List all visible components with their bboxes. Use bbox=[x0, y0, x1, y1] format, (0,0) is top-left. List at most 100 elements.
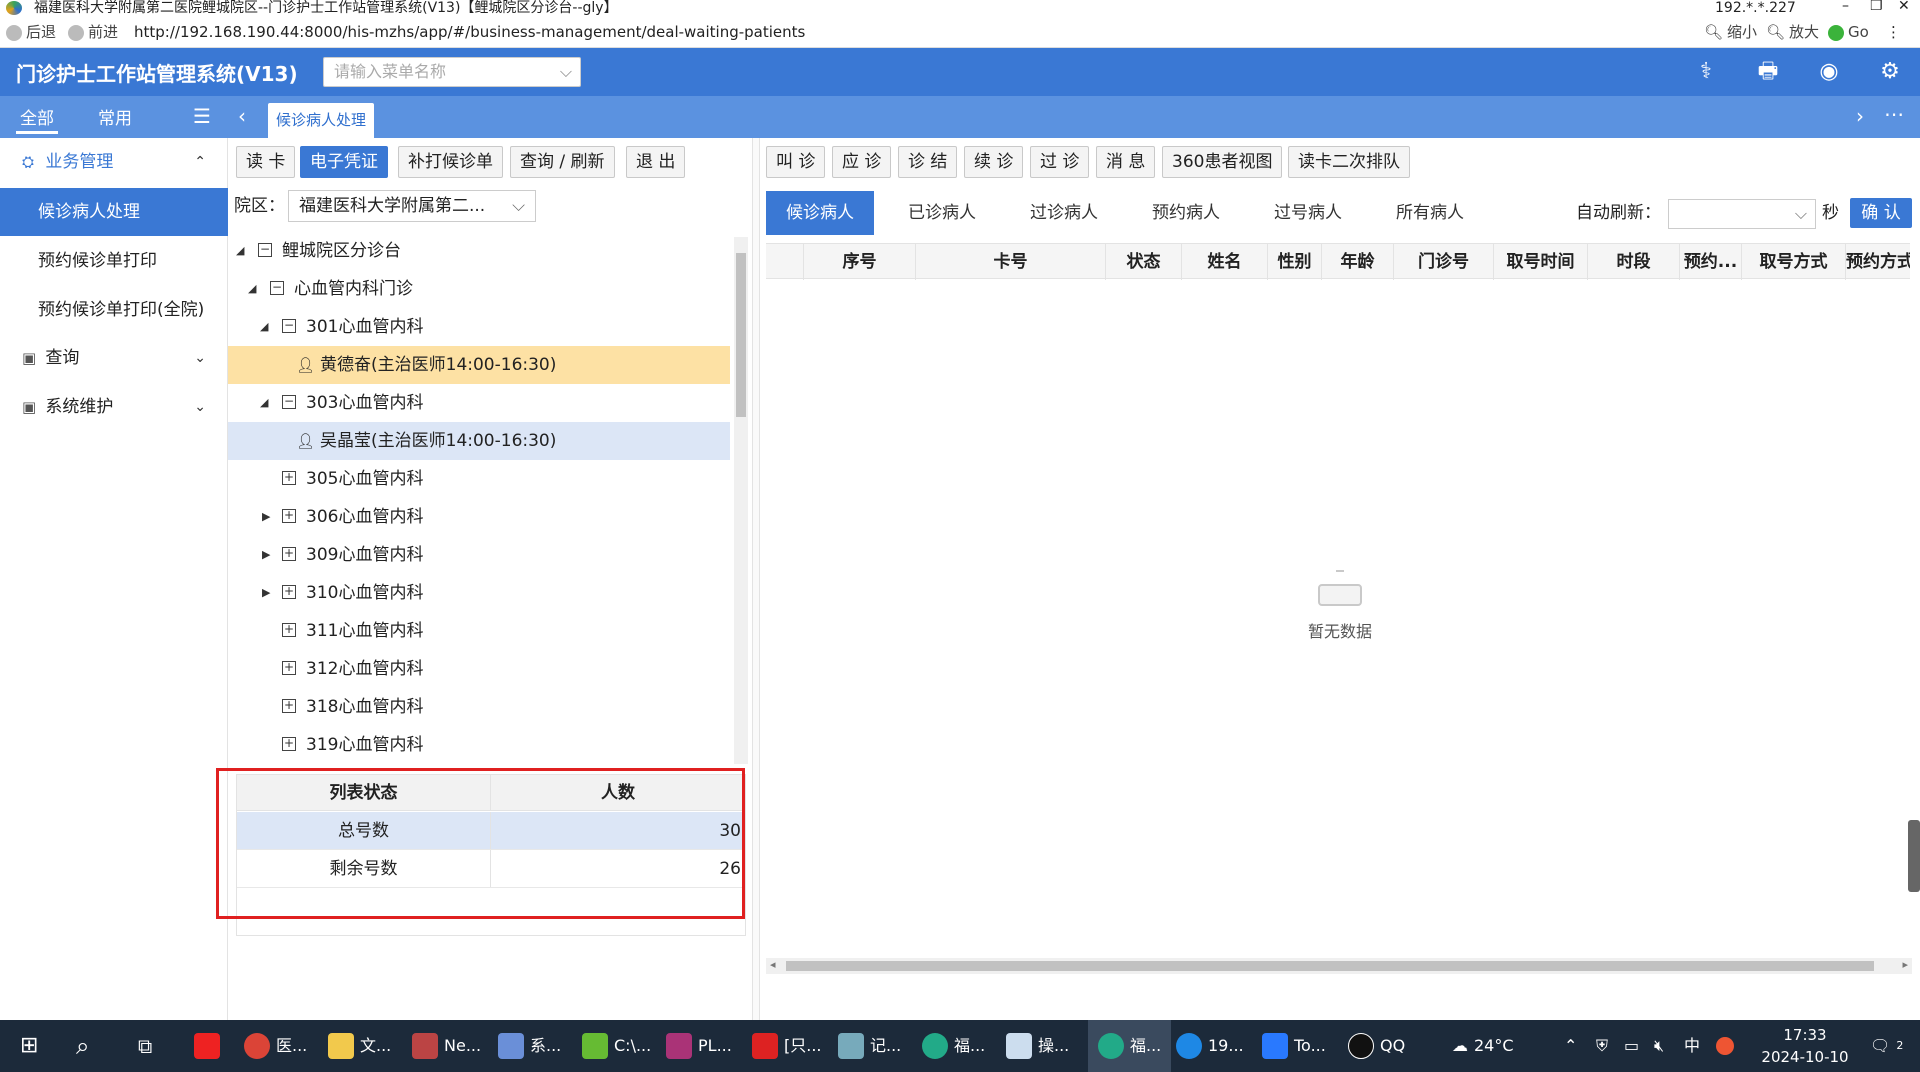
search-icon[interactable]: ⌕ bbox=[76, 1020, 89, 1072]
url-field[interactable]: http://192.168.190.44:8000/his-mzhs/app/… bbox=[134, 17, 805, 48]
more-tabs-icon[interactable]: ⋯ bbox=[1884, 102, 1904, 126]
grid-col-period[interactable]: 时段 bbox=[1588, 244, 1680, 280]
tree-node-doctor-wu[interactable]: 👤︎ 吴晶莹(主治医师14:00-16:30) bbox=[228, 422, 730, 460]
tab-missed[interactable]: 过号病人 bbox=[1254, 191, 1362, 235]
tree-node-doctor-huang[interactable]: 👤︎ 黄德奋(主治医师14:00-16:30) bbox=[228, 346, 730, 384]
tab-waiting[interactable]: 候诊病人 bbox=[766, 191, 874, 235]
taskbar-app-11[interactable]: 福... bbox=[1088, 1020, 1172, 1072]
grid-col-ticket-method[interactable]: 取号方式 bbox=[1742, 244, 1846, 280]
taskbar-app-13[interactable]: To... bbox=[1262, 1020, 1326, 1072]
call-button[interactable]: 叫 诊 bbox=[766, 146, 826, 178]
sidebar-item-appointment-print[interactable]: 预约候诊单打印 bbox=[0, 237, 228, 285]
chevron-left-icon[interactable]: ‹ bbox=[238, 104, 246, 128]
tab-common[interactable]: 常用 bbox=[94, 102, 136, 131]
sidebar-group-query[interactable]: ▣ 查询 ⌄ bbox=[0, 334, 228, 382]
scrollbar-thumb[interactable] bbox=[736, 253, 746, 417]
panel-splitter[interactable] bbox=[752, 138, 760, 1020]
continue-button[interactable]: 续 诊 bbox=[964, 146, 1024, 178]
sidebar-item-waiting-patients[interactable]: 候诊病人处理 bbox=[0, 188, 228, 236]
tree-scrollbar[interactable] bbox=[734, 237, 748, 764]
grid-col-status[interactable]: 状态 bbox=[1106, 244, 1182, 280]
zoom-out-button[interactable]: 🔍︎ 缩小 bbox=[1704, 17, 1757, 48]
sidebar-group-system[interactable]: ▣ 系统维护 ⌄ bbox=[0, 383, 228, 431]
read-card-button[interactable]: 读 卡 bbox=[236, 146, 296, 178]
tab-all-patients[interactable]: 所有病人 bbox=[1376, 191, 1484, 235]
task-view-icon[interactable]: ⧉ bbox=[138, 1020, 152, 1072]
taskbar-app-5[interactable]: C:\... bbox=[582, 1020, 651, 1072]
minimize-icon[interactable]: – bbox=[1842, 0, 1849, 15]
more-icon[interactable]: ⋮ bbox=[1886, 17, 1901, 48]
ime-indicator[interactable]: 中 bbox=[1684, 1020, 1700, 1072]
tree-node-room-306[interactable]: ▶ + 306心血管内科 bbox=[228, 498, 730, 536]
tab-seen[interactable]: 已诊病人 bbox=[888, 191, 996, 235]
chevron-right-icon[interactable]: › bbox=[1856, 104, 1864, 128]
tree-node-root[interactable]: ◢ − 鲤城院区分诊台 bbox=[228, 232, 730, 270]
grid-col-sex[interactable]: 性别 bbox=[1268, 244, 1322, 280]
forward-button[interactable]: 前进 bbox=[68, 17, 118, 48]
tree-node-room-318[interactable]: + 318心血管内科 bbox=[228, 688, 730, 726]
scrollbar-thumb[interactable] bbox=[786, 961, 1874, 971]
restore-icon[interactable]: ❐ bbox=[1870, 0, 1883, 15]
tab-passed[interactable]: 过诊病人 bbox=[1010, 191, 1118, 235]
exit-button[interactable]: 退 出 bbox=[626, 146, 686, 178]
finish-button[interactable]: 诊 结 bbox=[898, 146, 958, 178]
patient-360-button[interactable]: 360患者视图 bbox=[1162, 146, 1283, 178]
weather-widget[interactable]: ☁ 24°C bbox=[1452, 1020, 1514, 1072]
e-voucher-button[interactable]: 电子凭证 bbox=[300, 146, 388, 178]
back-button[interactable]: 后退 bbox=[6, 17, 56, 48]
taskbar-app-10[interactable]: 操... bbox=[1006, 1020, 1069, 1072]
taskbar-app-12[interactable]: 19... bbox=[1176, 1020, 1244, 1072]
grid-horizontal-scrollbar[interactable]: ◂ ▸ bbox=[766, 958, 1912, 974]
side-handle[interactable] bbox=[1908, 820, 1920, 892]
grid-col-appointment-method[interactable]: 预约方式 bbox=[1846, 244, 1910, 280]
grid-col-card[interactable]: 卡号 bbox=[916, 244, 1106, 280]
tree-node-room-301[interactable]: ◢ − 301心血管内科 bbox=[228, 308, 730, 346]
eye-icon[interactable]: ◉ bbox=[1815, 58, 1843, 86]
reprint-ticket-button[interactable]: 补打候诊单 bbox=[398, 146, 503, 178]
scroll-left-icon[interactable]: ◂ bbox=[770, 958, 776, 971]
taskbar-app-4[interactable]: 系... bbox=[498, 1020, 561, 1072]
sidebar-group-business[interactable]: ⛭ 业务管理 ⌃ bbox=[0, 138, 228, 186]
tree-node-room-305[interactable]: + 305心血管内科 bbox=[228, 460, 730, 498]
grid-col-clinic-no[interactable]: 门诊号 bbox=[1394, 244, 1494, 280]
tree-node-room-309[interactable]: ▶ + 309心血管内科 bbox=[228, 536, 730, 574]
tree-node-room-310[interactable]: ▶ + 310心血管内科 bbox=[228, 574, 730, 612]
windows-start-icon[interactable]: ⊞ bbox=[20, 1020, 38, 1072]
notification-icon[interactable]: 🗨︎ 2 bbox=[1870, 1020, 1903, 1072]
taskbar-app-6[interactable]: PL... bbox=[666, 1020, 732, 1072]
sidebar-item-appointment-print-all[interactable]: 预约候诊单打印(全院) bbox=[0, 286, 228, 334]
network-icon[interactable]: ▭ bbox=[1624, 1020, 1639, 1072]
system-clock[interactable]: 17:33 2024-10-10 bbox=[1760, 1024, 1850, 1068]
tree-node-room-303[interactable]: ◢ − 303心血管内科 bbox=[228, 384, 730, 422]
sogou-icon[interactable] bbox=[1716, 1020, 1734, 1072]
go-button[interactable]: Go bbox=[1828, 17, 1869, 48]
message-button[interactable]: 消 息 bbox=[1096, 146, 1156, 178]
tab-appointment[interactable]: 预约病人 bbox=[1132, 191, 1240, 235]
taskbar-app-1[interactable]: 医... bbox=[244, 1020, 307, 1072]
tree-node-department[interactable]: ◢ − 心血管内科门诊 bbox=[228, 270, 730, 308]
taskbar-app-yd[interactable] bbox=[194, 1020, 220, 1072]
zoom-in-button[interactable]: 🔍︎ 放大 bbox=[1766, 17, 1819, 48]
tree-node-room-319[interactable]: + 319心血管内科 bbox=[228, 726, 730, 764]
grid-col-ticket-time[interactable]: 取号时间 bbox=[1494, 244, 1588, 280]
confirm-button[interactable]: 确 认 bbox=[1850, 198, 1912, 228]
medical-icon[interactable]: ⚕ bbox=[1692, 58, 1720, 86]
grid-col-name[interactable]: 姓名 bbox=[1182, 244, 1268, 280]
taskbar-app-7[interactable]: [只... bbox=[752, 1020, 822, 1072]
taskbar-app-3[interactable]: Ne... bbox=[412, 1020, 481, 1072]
tray-expand-icon[interactable]: ⌃ bbox=[1564, 1020, 1577, 1072]
taskbar-app-2[interactable]: 文... bbox=[328, 1020, 391, 1072]
auto-refresh-select[interactable]: ⌵ bbox=[1668, 199, 1816, 229]
tab-all[interactable]: 全部 bbox=[16, 102, 58, 134]
tab-deal-waiting-patients[interactable]: 候诊病人处理 bbox=[268, 103, 375, 138]
taskbar-app-9[interactable]: 福... bbox=[922, 1020, 985, 1072]
gear-icon[interactable]: ⚙ bbox=[1876, 58, 1904, 86]
campus-select[interactable]: 福建医科大学附属第二... ⌵ bbox=[288, 190, 536, 222]
tree-node-room-312[interactable]: + 312心血管内科 bbox=[228, 650, 730, 688]
printer-icon[interactable]: 🖶 bbox=[1754, 58, 1782, 86]
query-refresh-button[interactable]: 查询 / 刷新 bbox=[510, 146, 615, 178]
menu-toggle-icon[interactable]: ☰ bbox=[193, 104, 211, 128]
tree-node-room-311[interactable]: + 311心血管内科 bbox=[228, 612, 730, 650]
grid-col-seq[interactable]: 序号 bbox=[804, 244, 916, 280]
menu-search-input[interactable]: 请输入菜单名称 ⌵ bbox=[323, 57, 581, 87]
